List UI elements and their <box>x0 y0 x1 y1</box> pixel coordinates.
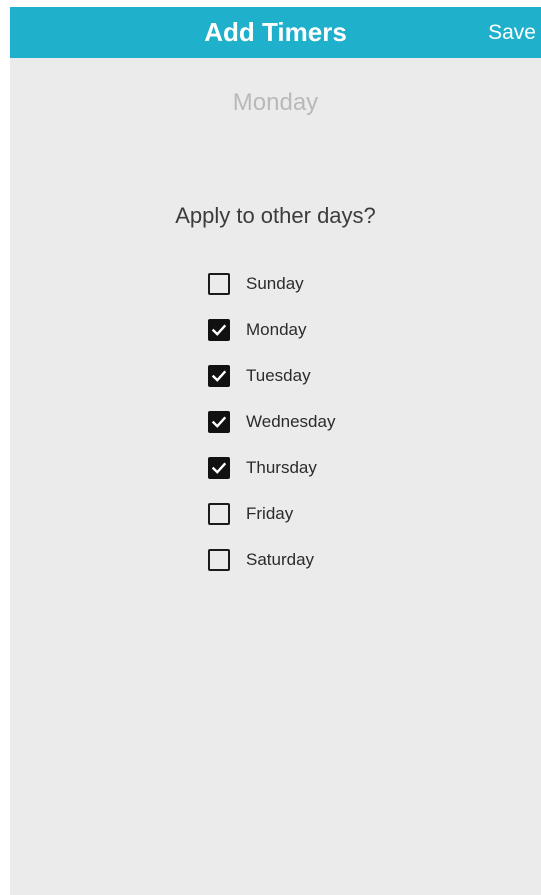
day-option-tuesday[interactable]: Tuesday <box>208 365 335 411</box>
thursday-checkbox[interactable] <box>208 457 230 479</box>
wednesday-label: Wednesday <box>246 412 336 431</box>
saturday-label: Saturday <box>246 550 315 569</box>
page-title: Add Timers <box>204 17 347 47</box>
checkmark-icon <box>211 370 227 382</box>
app-screen: Add Timers Save Monday Apply to other da… <box>10 7 541 895</box>
sunday-label: Sunday <box>246 274 304 293</box>
day-option-saturday[interactable]: Saturday <box>208 549 335 595</box>
selected-day-label: Monday <box>232 89 319 116</box>
friday-label: Friday <box>246 504 294 523</box>
checkmark-icon <box>211 324 227 336</box>
tuesday-label: Tuesday <box>246 366 311 385</box>
apply-to-other-days-heading: Apply to other days? <box>175 203 376 228</box>
friday-checkbox[interactable] <box>208 503 230 525</box>
day-option-monday[interactable]: Monday <box>208 319 335 365</box>
day-checkbox-list: Sunday Monday Tuesday Wednesday Thursday <box>208 273 335 595</box>
checkmark-icon <box>211 462 227 474</box>
day-option-friday[interactable]: Friday <box>208 503 335 549</box>
day-option-sunday[interactable]: Sunday <box>208 273 335 319</box>
wednesday-checkbox[interactable] <box>208 411 230 433</box>
thursday-label: Thursday <box>246 458 317 477</box>
monday-checkbox[interactable] <box>208 319 230 341</box>
day-option-wednesday[interactable]: Wednesday <box>208 411 335 457</box>
sunday-checkbox[interactable] <box>208 273 230 295</box>
monday-label: Monday <box>246 320 307 339</box>
checkmark-icon <box>211 416 227 428</box>
app-bar: Add Timers Save <box>10 7 541 58</box>
save-button[interactable]: Save <box>488 7 536 58</box>
day-option-thursday[interactable]: Thursday <box>208 457 335 503</box>
tuesday-checkbox[interactable] <box>208 365 230 387</box>
saturday-checkbox[interactable] <box>208 549 230 571</box>
